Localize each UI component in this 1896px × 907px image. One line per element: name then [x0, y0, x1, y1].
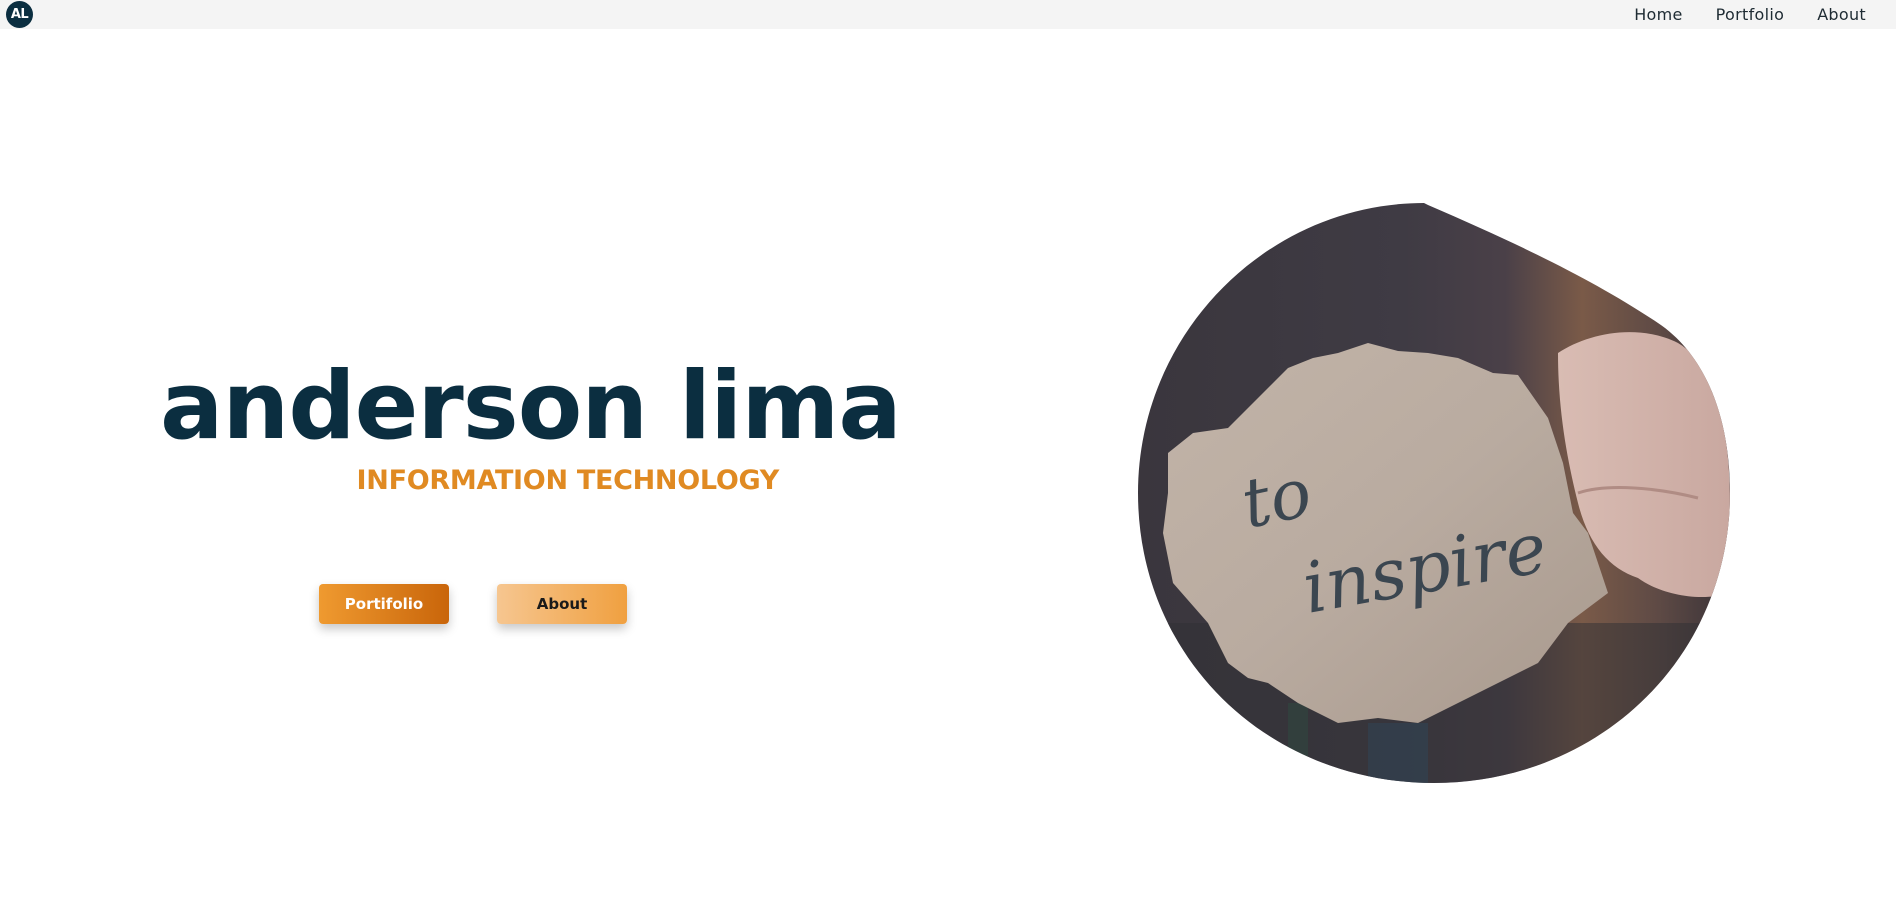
nav-link-portfolio[interactable]: Portfolio [1716, 5, 1785, 24]
nav-links: Home Portfolio About [1601, 0, 1866, 29]
portfolio-button[interactable]: Portifolio [319, 584, 449, 624]
about-button[interactable]: About [497, 584, 627, 624]
navbar: AL Home Portfolio About [0, 0, 1896, 29]
hero-subtitle: INFORMATION TECHNOLOGY [356, 465, 780, 496]
hero-image: to inspire [1138, 203, 1730, 783]
nav-link-home[interactable]: Home [1634, 5, 1682, 24]
logo[interactable]: AL [6, 1, 33, 28]
nav-link-about[interactable]: About [1817, 5, 1866, 24]
hero-name: anderson lima [160, 352, 902, 461]
